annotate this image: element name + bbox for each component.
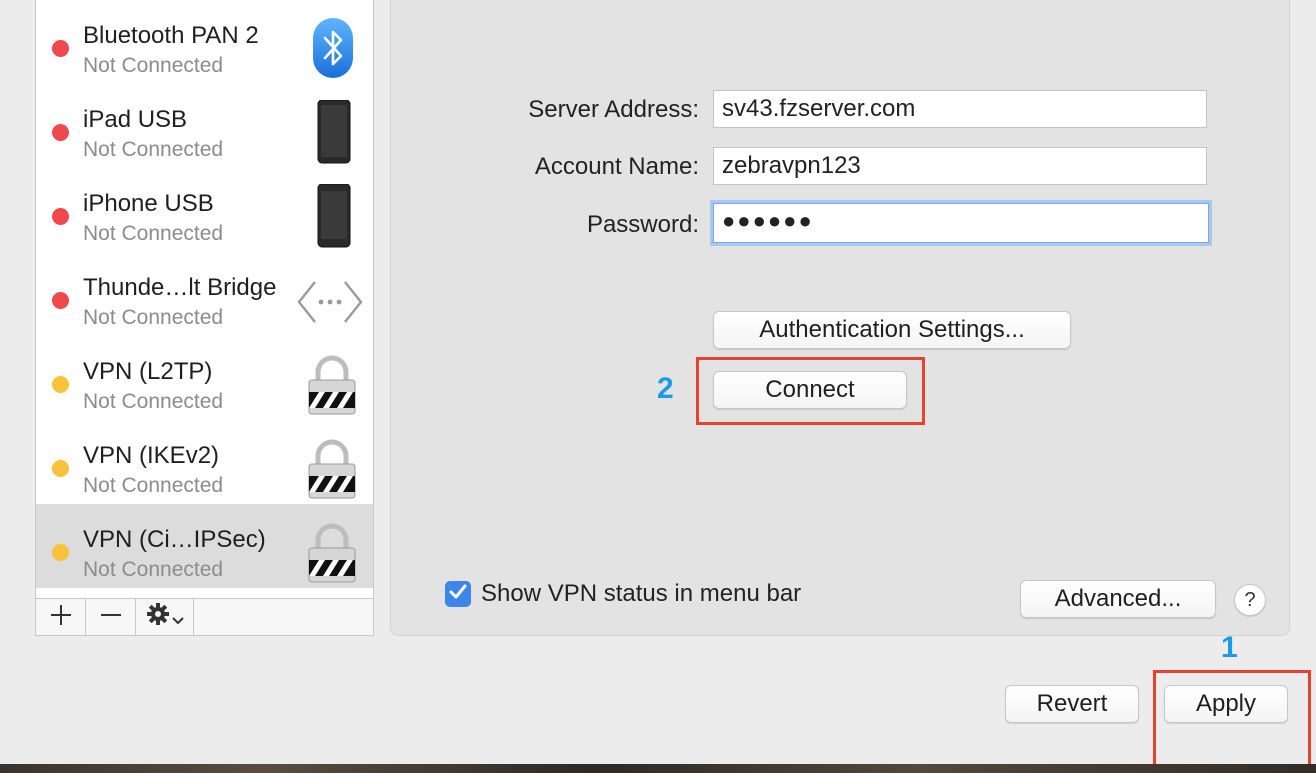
revert-button[interactable]: Revert: [1005, 685, 1139, 723]
service-status: Not Connected: [83, 558, 224, 581]
status-dot-yellow: [52, 544, 69, 561]
password-label: Password:: [586, 211, 699, 238]
status-dot-red: [52, 208, 69, 225]
add-service-button[interactable]: [36, 599, 86, 635]
remove-service-button[interactable]: [86, 599, 136, 635]
minus-icon: [100, 601, 122, 633]
chevron-down-icon: [171, 601, 184, 633]
status-dot-yellow: [52, 376, 69, 393]
vpn-configuration-panel: Server Address: sv43.fzserver.com Accoun…: [390, 0, 1290, 636]
service-name: iPad USB: [83, 106, 188, 133]
bluetooth-icon: [305, 16, 359, 80]
apply-highlight-box: [1153, 670, 1311, 768]
lock-icon: [305, 520, 359, 584]
plus-icon: [50, 601, 72, 633]
step-number-apply: 1: [1221, 631, 1238, 664]
service-item-vpn-ikev2[interactable]: VPN (IKEv2) Not Connected: [36, 420, 373, 504]
service-name: Thunde…lt Bridge: [83, 274, 277, 301]
service-item-iphone-usb[interactable]: iPhone USB Not Connected: [36, 168, 373, 252]
password-input[interactable]: ●●●●●●: [713, 203, 1209, 243]
action-menu-button[interactable]: [136, 599, 194, 635]
gear-icon: [146, 601, 170, 633]
server-address-label: Server Address:: [528, 96, 699, 123]
iphone-icon: [305, 183, 359, 248]
advanced-button[interactable]: Advanced...: [1020, 580, 1216, 618]
service-name: VPN (IKEv2): [83, 442, 220, 469]
service-name: iPhone USB: [83, 190, 214, 217]
ipad-icon: [305, 99, 359, 164]
service-item-bluetooth-pan-2[interactable]: Bluetooth PAN 2 Not Connected: [36, 0, 373, 84]
service-item-ipad-usb[interactable]: iPad USB Not Connected: [36, 84, 373, 168]
service-list-toolbar: [35, 598, 374, 636]
service-item-thunderbolt-bridge[interactable]: Thunde…lt Bridge Not Connected: [36, 252, 373, 336]
step-number-connect: 2: [657, 372, 674, 405]
service-status: Not Connected: [83, 222, 224, 245]
show-vpn-status-label: Show VPN status in menu bar: [481, 580, 802, 607]
service-name: Bluetooth PAN 2: [83, 22, 259, 49]
service-name: VPN (L2TP): [83, 358, 213, 385]
status-dot-red: [52, 40, 69, 57]
status-dot-red: [52, 292, 69, 309]
account-name-input[interactable]: zebravpn123: [713, 147, 1207, 185]
service-name: VPN (Ci…IPSec): [83, 526, 266, 553]
authentication-settings-button[interactable]: Authentication Settings...: [713, 311, 1071, 349]
service-status: Not Connected: [83, 306, 224, 329]
server-address-input[interactable]: sv43.fzserver.com: [713, 90, 1207, 128]
service-status: Not Connected: [83, 390, 224, 413]
desktop-background: [0, 764, 1316, 773]
service-status: Not Connected: [83, 54, 224, 77]
thunderbolt-bridge-icon: [297, 268, 363, 332]
status-dot-yellow: [52, 460, 69, 477]
service-item-vpn-cisco-ipsec[interactable]: VPN (Ci…IPSec) Not Connected: [36, 504, 373, 588]
service-status: Not Connected: [83, 138, 224, 161]
lock-icon: [305, 436, 359, 500]
status-dot-red: [52, 124, 69, 141]
lock-icon: [305, 352, 359, 416]
help-button[interactable]: ?: [1234, 584, 1266, 616]
service-item-vpn-l2tp[interactable]: VPN (L2TP) Not Connected: [36, 336, 373, 420]
connect-highlight-box: [696, 357, 925, 425]
checkmark-icon: [449, 584, 467, 605]
show-vpn-status-checkbox[interactable]: [445, 581, 471, 607]
service-status: Not Connected: [83, 474, 224, 497]
network-service-list[interactable]: Bluetooth PAN 2 Not Connected iPad USB N…: [35, 0, 374, 600]
account-name-label: Account Name:: [534, 153, 699, 180]
